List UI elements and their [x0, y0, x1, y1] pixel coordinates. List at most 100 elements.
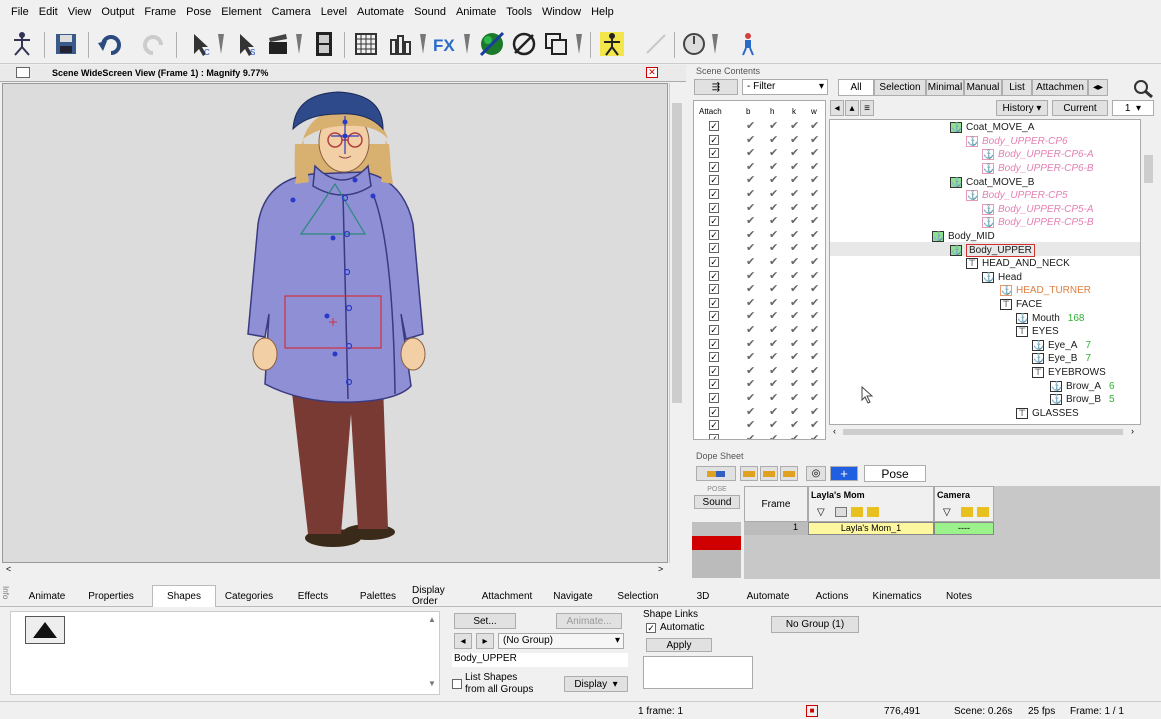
visibility-check-icon[interactable]: ✔	[769, 309, 778, 322]
visibility-check-icon[interactable]: ✔	[790, 282, 799, 295]
layla-mom-column-header[interactable]: Layla's Mom ▽	[808, 486, 934, 522]
attach-checkbox[interactable]: ✓	[709, 216, 719, 227]
tree-row[interactable]: ⚓ Body_UPPER-CP5-B	[982, 216, 1094, 230]
tree-row[interactable]: ⚓ Eye_A 7	[1032, 339, 1091, 353]
visibility-check-icon[interactable]: ✔	[769, 391, 778, 404]
column-pose-icon[interactable]	[867, 507, 879, 517]
visibility-check-icon[interactable]: ✔	[790, 432, 799, 439]
attach-checkbox[interactable]: ✓	[709, 121, 719, 131]
onion-skin-icon[interactable]: ◎	[806, 466, 826, 481]
visibility-check-icon[interactable]: ✔	[790, 377, 799, 390]
tree-row[interactable]: ⊤ GLASSES	[1016, 407, 1079, 421]
visibility-check-icon[interactable]: ✔	[746, 228, 755, 241]
visibility-check-icon[interactable]: ✔	[810, 350, 819, 363]
attach-checkbox[interactable]: ✓	[709, 406, 719, 417]
add-key-button[interactable]: +	[830, 466, 858, 481]
visibility-check-icon[interactable]: ✔	[746, 173, 755, 186]
visibility-check-icon[interactable]: ✔	[790, 119, 799, 132]
tree-row[interactable]: ⚓ Body_UPPER-CP6-A	[982, 148, 1094, 162]
bars-icon[interactable]	[386, 30, 414, 58]
tree-row[interactable]: ⚓ Body_MID	[932, 230, 995, 244]
visibility-check-icon[interactable]: ✔	[769, 418, 778, 431]
attach-checkbox[interactable]: ✓	[709, 420, 719, 431]
visibility-check-icon[interactable]: ✔	[769, 146, 778, 159]
no-group-button[interactable]: No Group (1)	[771, 616, 859, 633]
visibility-check-icon[interactable]: ✔	[769, 282, 778, 295]
tree-row[interactable]: ⚓ Brow_A 6	[1050, 379, 1115, 393]
visibility-check-icon[interactable]: ✔	[769, 228, 778, 241]
visibility-check-icon[interactable]: ✔	[790, 160, 799, 173]
visibility-check-icon[interactable]: ✔	[746, 323, 755, 336]
visibility-check-icon[interactable]: ✔	[746, 146, 755, 159]
tree-row[interactable]: ⚓ Body_UPPER	[950, 243, 1035, 257]
visibility-check-icon[interactable]: ✔	[769, 201, 778, 214]
visibility-check-icon[interactable]: ✔	[790, 146, 799, 159]
list-menu-icon[interactable]: ≡	[860, 100, 874, 116]
scrollbar-thumb[interactable]	[1144, 155, 1153, 183]
visibility-check-icon[interactable]: ✔	[769, 364, 778, 377]
visibility-check-icon[interactable]: ✔	[810, 323, 819, 336]
tab-palettes[interactable]: Palettes	[344, 585, 412, 607]
visibility-check-icon[interactable]: ✔	[810, 255, 819, 268]
attach-checkbox[interactable]: ✓	[709, 257, 719, 267]
visibility-check-icon[interactable]: ✔	[810, 296, 819, 309]
tab-all[interactable]: All	[838, 79, 874, 96]
attach-checkbox[interactable]: ✓	[709, 270, 719, 281]
scrollbar-thumb[interactable]	[843, 429, 1123, 435]
tab-minimal[interactable]: Minimal	[926, 79, 964, 96]
menu-automate[interactable]: Automate	[352, 6, 409, 18]
visibility-check-icon[interactable]: ✔	[810, 309, 819, 322]
tree-row[interactable]: ⚓ Mouth 168	[1016, 311, 1084, 325]
visibility-check-icon[interactable]: ✔	[810, 418, 819, 431]
menu-output[interactable]: Output	[96, 6, 139, 18]
column-pose-icon[interactable]	[977, 507, 989, 517]
tab-shapes[interactable]: Shapes	[152, 585, 216, 607]
display-dropdown[interactable]: Display ▾	[564, 676, 628, 692]
shape-name-field[interactable]: Body_UPPER	[452, 653, 628, 667]
shape-thumbnail[interactable]	[25, 616, 65, 644]
visibility-check-icon[interactable]: ✔	[769, 214, 778, 227]
visibility-check-icon[interactable]: ✔	[746, 391, 755, 404]
tree-row[interactable]: ⚓ Coat_MOVE_B	[950, 175, 1034, 189]
automatic-checkbox[interactable]: ✓	[646, 623, 656, 633]
tree-row[interactable]: ⊤ HEAD_AND_NECK	[966, 257, 1070, 271]
tree-row[interactable]: ⚓ Body_UPPER-CP5	[966, 189, 1068, 203]
camera-cell[interactable]: ----	[934, 522, 994, 535]
tab-categories[interactable]: Categories	[216, 585, 282, 607]
visibility-check-icon[interactable]: ✔	[746, 241, 755, 254]
tab-selection[interactable]: Selection	[604, 585, 672, 607]
visibility-check-icon[interactable]: ✔	[769, 432, 778, 439]
attach-checkbox[interactable]: ✓	[709, 284, 719, 295]
menu-animate[interactable]: Animate	[451, 6, 501, 18]
collapse-up-icon[interactable]: ▴	[845, 100, 859, 116]
scene-vertical-scrollbar[interactable]	[669, 83, 684, 563]
fx-icon[interactable]: FX	[432, 30, 460, 58]
visibility-check-icon[interactable]: ✔	[769, 173, 778, 186]
visibility-check-icon[interactable]: ✔	[790, 418, 799, 431]
tab-scroll-arrows[interactable]: ◂▸	[1088, 79, 1108, 96]
visibility-check-icon[interactable]: ✔	[790, 350, 799, 363]
tab-display-order[interactable]: Display Order	[412, 585, 472, 607]
keys-view-3-icon[interactable]	[780, 466, 798, 481]
next-group-icon[interactable]: ▸	[476, 633, 494, 649]
visibility-check-icon[interactable]: ✔	[746, 337, 755, 350]
attach-checkbox[interactable]: ✓	[709, 297, 719, 308]
menu-edit[interactable]: Edit	[34, 6, 63, 18]
visibility-check-icon[interactable]: ✔	[810, 119, 819, 132]
visibility-check-icon[interactable]: ✔	[746, 214, 755, 227]
visibility-check-icon[interactable]: ✔	[746, 432, 755, 439]
attach-checkbox[interactable]: ✓	[709, 148, 719, 159]
tree-horizontal-scrollbar[interactable]: ‹ ›	[829, 426, 1141, 438]
tab-selection[interactable]: Selection	[874, 79, 926, 96]
tree-row[interactable]: ⚓ Eye_B 7	[1032, 352, 1091, 366]
visibility-check-icon[interactable]: ✔	[810, 160, 819, 173]
posable-icon[interactable]	[598, 30, 626, 58]
attach-checkbox[interactable]: ✓	[709, 189, 719, 199]
visibility-check-icon[interactable]: ✔	[746, 160, 755, 173]
scrollbar-thumb[interactable]	[672, 103, 682, 403]
visibility-check-icon[interactable]: ✔	[746, 133, 755, 146]
visibility-check-icon[interactable]: ✔	[810, 201, 819, 214]
visibility-check-icon[interactable]: ✔	[790, 173, 799, 186]
filter-options-button[interactable]: ⇶	[694, 79, 738, 95]
tab-animate[interactable]: Animate	[24, 585, 70, 607]
